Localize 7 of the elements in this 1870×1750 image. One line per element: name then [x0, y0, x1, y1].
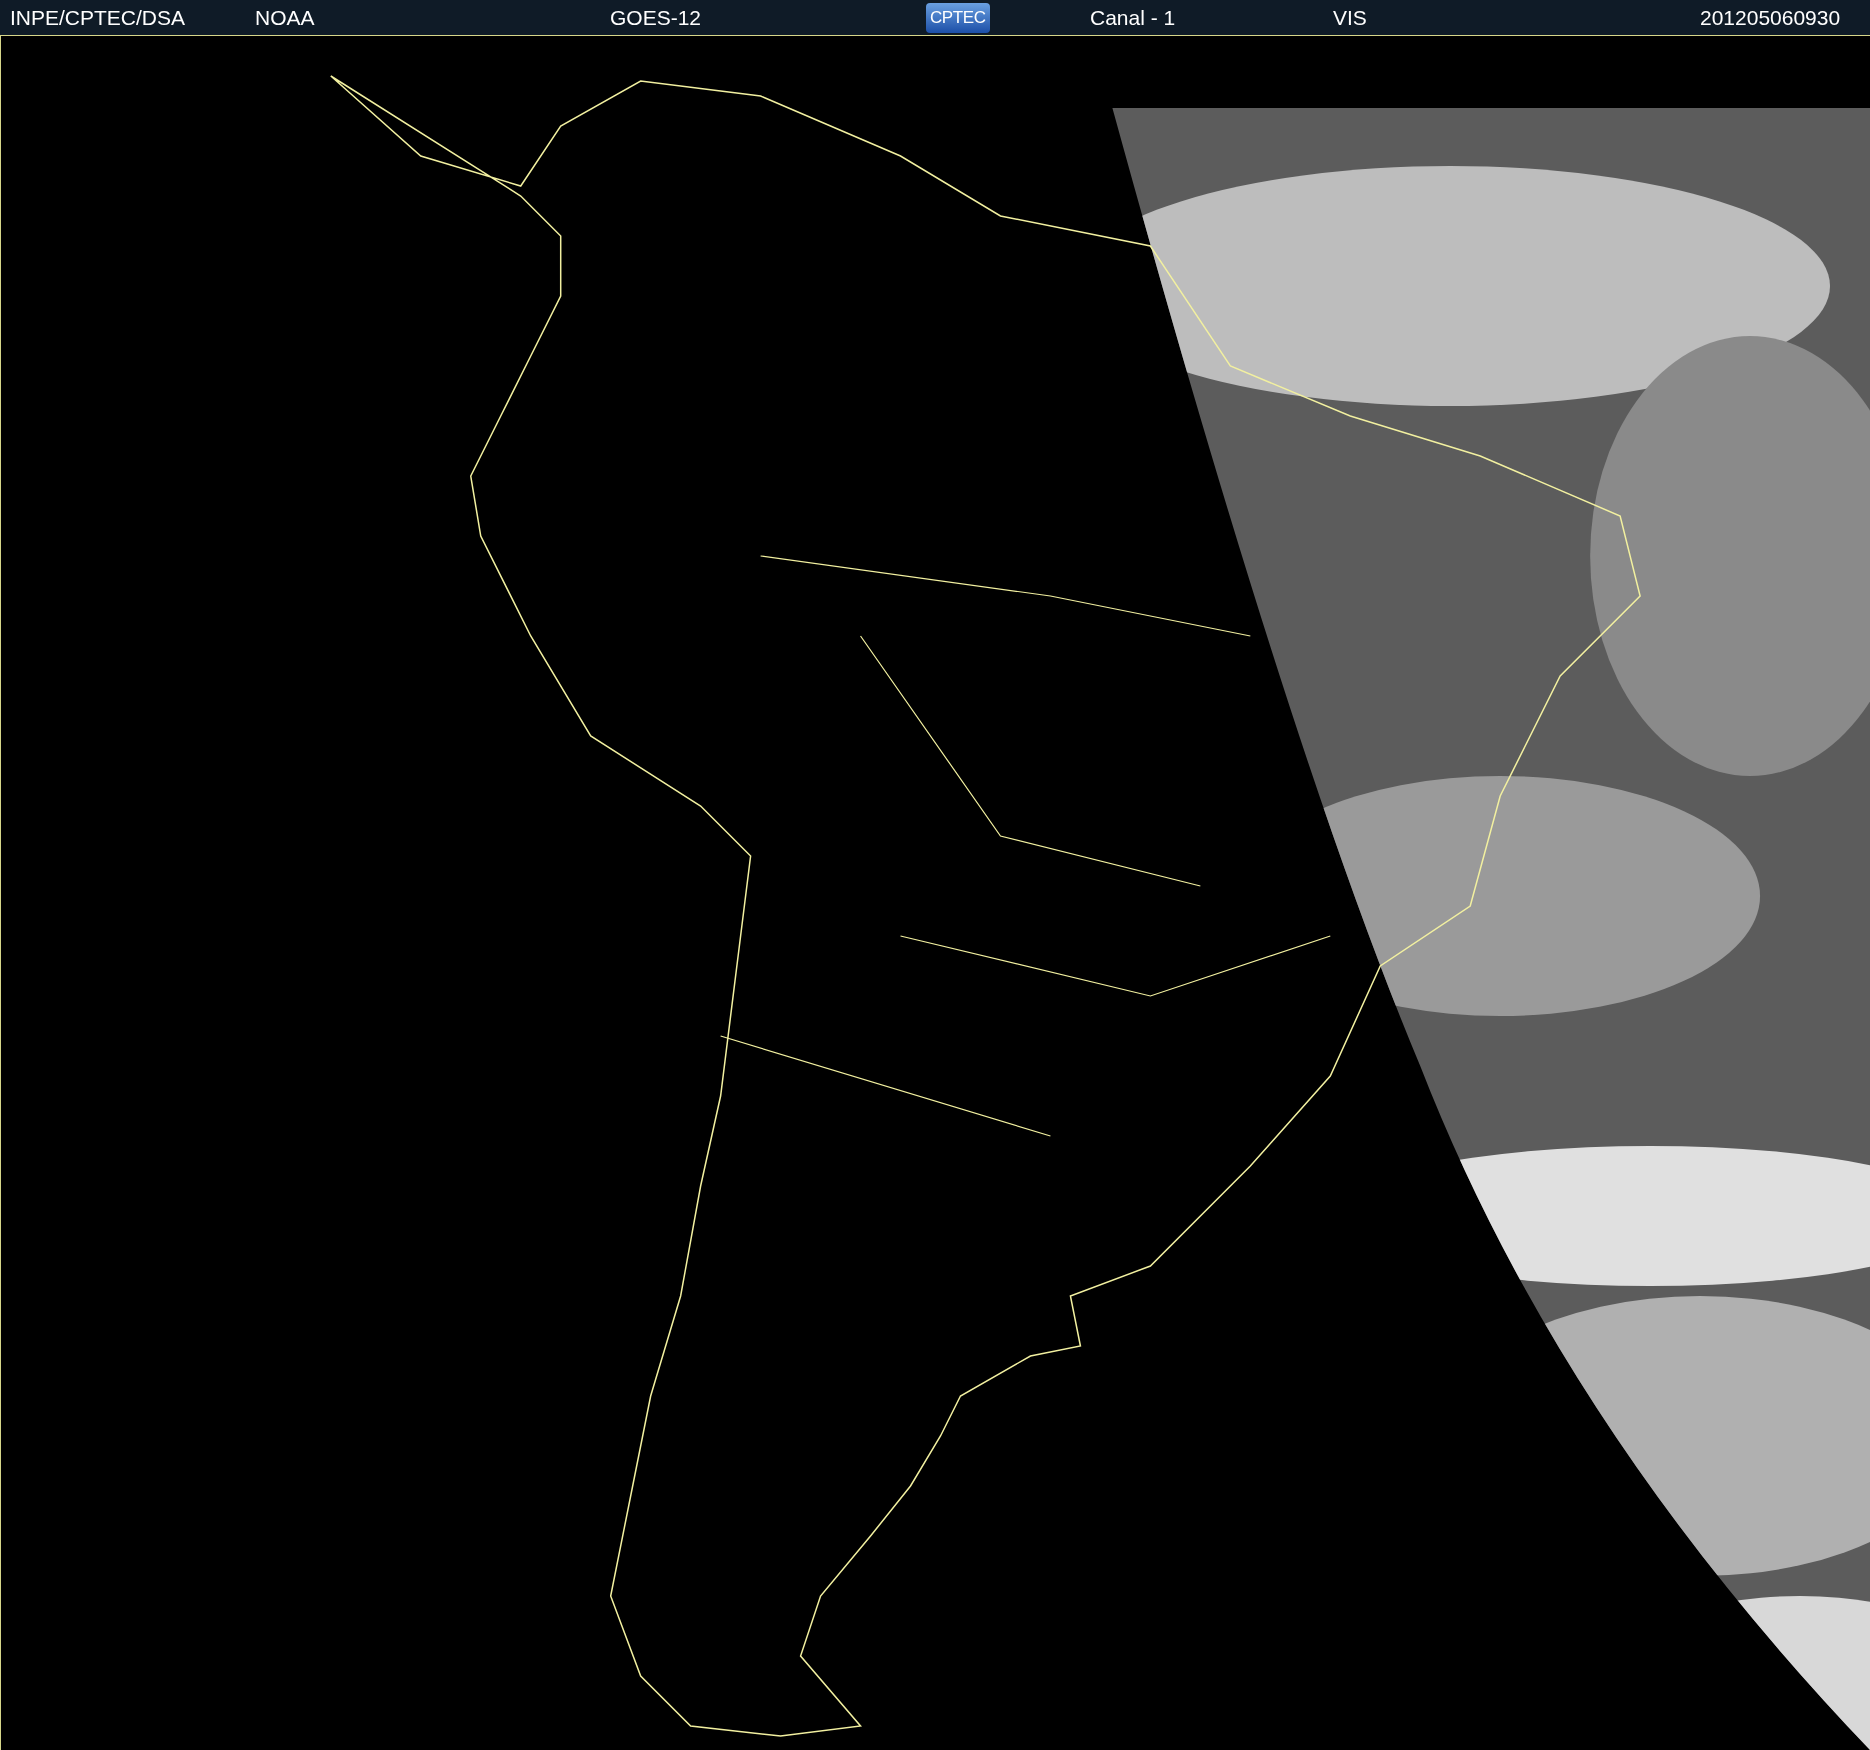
logo: CPTEC: [926, 2, 990, 33]
header-label: VIS: [1333, 5, 1367, 29]
header-label: Canal - 1: [1090, 5, 1176, 29]
header-label: INPE/CPTEC/DSA: [10, 5, 186, 29]
header-label: GOES-12: [610, 5, 702, 29]
header-label: NOAA: [255, 5, 315, 29]
header-label: 201205060930: [1700, 5, 1841, 29]
